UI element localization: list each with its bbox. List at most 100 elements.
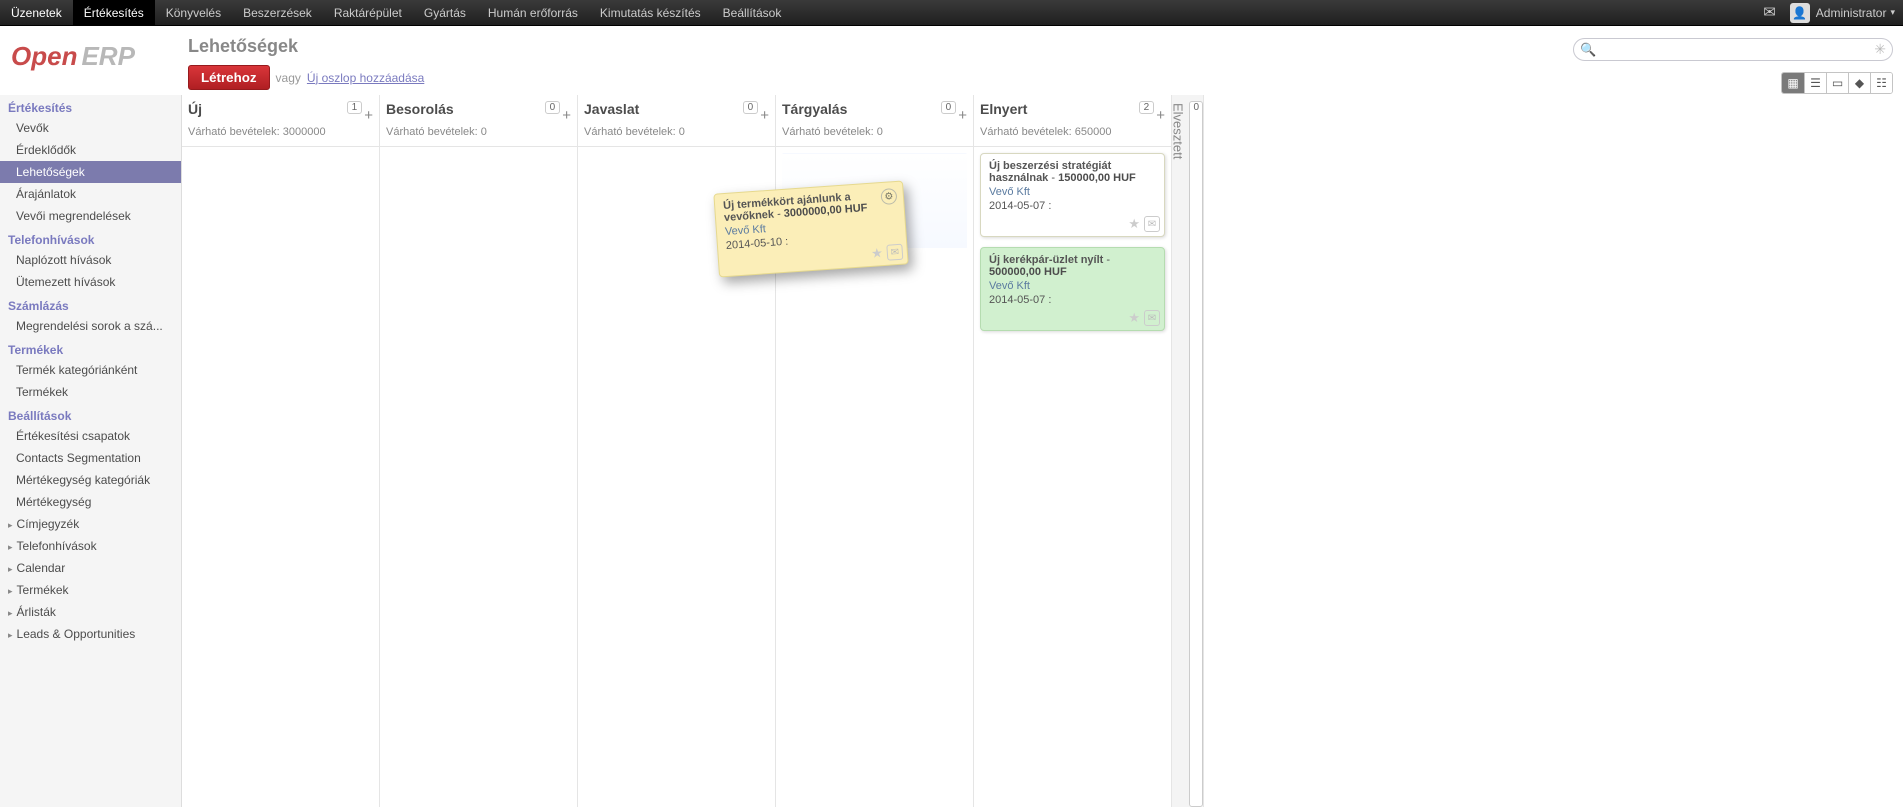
view-kanban-button[interactable]: ▦ bbox=[1782, 73, 1804, 93]
svg-text:OpenERP: OpenERP bbox=[11, 41, 136, 71]
sidebar-item-contacts-seg[interactable]: Contacts Segmentation bbox=[0, 447, 181, 469]
column-revenue: Várható bevételek: 0 bbox=[782, 126, 967, 138]
sidebar-section: Értékesítés bbox=[0, 95, 181, 117]
nav-uzenetek[interactable]: Üzenetek bbox=[0, 0, 73, 25]
nav-raktarepulet[interactable]: Raktárépület bbox=[323, 0, 413, 25]
column-title: Elnyert bbox=[980, 101, 1139, 117]
sidebar-section: Termékek bbox=[0, 337, 181, 359]
column-count: 0 bbox=[1189, 101, 1203, 807]
sidebar-item-erdeklodok[interactable]: Érdeklődők bbox=[0, 139, 181, 161]
kanban-card[interactable]: Új kerékpár-üzlet nyílt - 500000,00 HUF … bbox=[980, 247, 1165, 331]
sidebar-section: Beállítások bbox=[0, 403, 181, 425]
column-title: Új bbox=[188, 101, 347, 117]
column-title: Tárgyalás bbox=[782, 101, 941, 117]
sidebar-item-arlistak[interactable]: Árlisták bbox=[0, 601, 181, 623]
kanban-board: Új 1 + Várható bevételek: 3000000 Besoro… bbox=[182, 95, 1903, 807]
view-graph-button[interactable]: ◆ bbox=[1848, 73, 1870, 93]
message-icon[interactable]: ✉ bbox=[1144, 216, 1160, 232]
kanban-card[interactable]: Új beszerzési stratégiát használnak - 15… bbox=[980, 153, 1165, 237]
or-label: vagy bbox=[276, 71, 301, 85]
column-count: 0 bbox=[545, 101, 561, 114]
view-list-button[interactable]: ☰ bbox=[1804, 73, 1826, 93]
nav-ertekesites[interactable]: Értékesítés bbox=[73, 0, 155, 25]
sidebar-item-naplozott[interactable]: Naplózott hívások bbox=[0, 249, 181, 271]
caret-down-icon: ▾ bbox=[1890, 7, 1895, 18]
column-add-icon[interactable]: + bbox=[958, 107, 967, 124]
star-icon[interactable]: ★ bbox=[1128, 310, 1140, 326]
column-revenue: Várható bevételek: 0 bbox=[584, 126, 769, 138]
column-add-icon[interactable]: + bbox=[364, 107, 373, 124]
column-count: 2 bbox=[1139, 101, 1155, 114]
nav-beszerzesek[interactable]: Beszerzések bbox=[232, 0, 323, 25]
kanban-column-elnyert: Elnyert 2 + Várható bevételek: 650000 Új… bbox=[974, 95, 1172, 807]
sidebar-item-utemezett[interactable]: Ütemezett hívások bbox=[0, 271, 181, 293]
sidebar-section: Telefonhívások bbox=[0, 227, 181, 249]
top-nav: Üzenetek Értékesítés Könyvelés Beszerzés… bbox=[0, 0, 1903, 26]
column-revenue: Várható bevételek: 3000000 bbox=[188, 126, 373, 138]
view-form-button[interactable]: ▭ bbox=[1826, 73, 1848, 93]
card-title: Új kerékpár-üzlet nyílt bbox=[989, 254, 1103, 266]
sidebar-item-termekek2[interactable]: Termékek bbox=[0, 579, 181, 601]
nav-konyveles[interactable]: Könyvelés bbox=[155, 0, 232, 25]
sidebar-item-mertekegyseg[interactable]: Mértékegység bbox=[0, 491, 181, 513]
nav-beallitasok[interactable]: Beállítások bbox=[712, 0, 793, 25]
card-date: 2014-05-07 : bbox=[989, 200, 1156, 212]
sidebar-item-mertekegyseg-kat[interactable]: Mértékegység kategóriák bbox=[0, 469, 181, 491]
nav-gyartas[interactable]: Gyártás bbox=[413, 0, 477, 25]
user-menu[interactable]: 👤 Administrator ▾ bbox=[1786, 0, 1903, 25]
sidebar-item-termek-kat[interactable]: Termék kategóriánként bbox=[0, 359, 181, 381]
column-count: 1 bbox=[347, 101, 363, 114]
kanban-column-besorolas: Besorolás 0 + Várható bevételek: 0 bbox=[380, 95, 578, 807]
card-amount: 150000,00 HUF bbox=[1058, 172, 1136, 184]
sidebar-item-telefonhivasok[interactable]: Telefonhívások bbox=[0, 535, 181, 557]
card-date: 2014-05-07 : bbox=[989, 294, 1156, 306]
search-area: 🔍 ✳ bbox=[1573, 38, 1893, 61]
column-add-icon[interactable]: + bbox=[1156, 107, 1165, 124]
sidebar-section: Számlázás bbox=[0, 293, 181, 315]
add-column-link[interactable]: Új oszlop hozzáadása bbox=[307, 71, 424, 85]
card-company: Vevő Kft bbox=[989, 186, 1156, 198]
star-icon[interactable]: ★ bbox=[871, 245, 884, 262]
sidebar-item-csapatok[interactable]: Értékesítési csapatok bbox=[0, 425, 181, 447]
sidebar-item-calendar[interactable]: Calendar bbox=[0, 557, 181, 579]
column-add-icon[interactable]: + bbox=[562, 107, 571, 124]
kanban-card-dragging[interactable]: ⚙ Új termékkört ajánlunk a vevőknek - 30… bbox=[713, 180, 908, 277]
message-icon[interactable]: ✉ bbox=[886, 244, 903, 261]
search-icon: 🔍 bbox=[1580, 42, 1596, 58]
sidebar-item-leads[interactable]: Leads & Opportunities bbox=[0, 623, 181, 645]
view-switcher: ▦ ☰ ▭ ◆ ☷ bbox=[1781, 72, 1893, 94]
column-add-icon[interactable]: + bbox=[760, 107, 769, 124]
column-revenue: Várható bevételek: 0 bbox=[386, 126, 571, 138]
sidebar-item-megrendelesi[interactable]: Megrendelési sorok a szá... bbox=[0, 315, 181, 337]
kanban-column-elvesztett-folded[interactable]: 0 Elvesztett bbox=[1172, 95, 1204, 807]
sidebar-item-lehetosegek[interactable]: Lehetőségek bbox=[0, 161, 181, 183]
logo[interactable]: OpenERP bbox=[0, 26, 182, 88]
sidebar-item-termekek[interactable]: Termékek bbox=[0, 381, 181, 403]
search-input[interactable] bbox=[1600, 43, 1874, 57]
column-count: 0 bbox=[743, 101, 759, 114]
mail-icon[interactable]: ✉ bbox=[1753, 0, 1786, 25]
sidebar-item-cimjegyzek[interactable]: Címjegyzék bbox=[0, 513, 181, 535]
kanban-column-uj: Új 1 + Várható bevételek: 3000000 bbox=[182, 95, 380, 807]
column-title: Javaslat bbox=[584, 101, 743, 117]
create-button[interactable]: Létrehoz bbox=[188, 65, 270, 90]
sidebar-item-arajanlatok[interactable]: Árajánlatok bbox=[0, 183, 181, 205]
star-icon[interactable]: ★ bbox=[1128, 216, 1140, 232]
clear-search-icon[interactable]: ✳ bbox=[1874, 41, 1886, 58]
message-icon[interactable]: ✉ bbox=[1144, 310, 1160, 326]
gear-icon[interactable]: ⚙ bbox=[880, 188, 897, 205]
view-calendar-button[interactable]: ☷ bbox=[1870, 73, 1892, 93]
card-amount: 500000,00 HUF bbox=[989, 266, 1067, 278]
sidebar: Értékesítés Vevők Érdeklődők Lehetőségek… bbox=[0, 95, 182, 807]
card-company: Vevő Kft bbox=[989, 280, 1156, 292]
sidebar-item-vevok[interactable]: Vevők bbox=[0, 117, 181, 139]
search-box[interactable]: 🔍 ✳ bbox=[1573, 38, 1893, 61]
column-count: 0 bbox=[941, 101, 957, 114]
avatar-icon: 👤 bbox=[1790, 3, 1810, 23]
column-revenue: Várható bevételek: 650000 bbox=[980, 126, 1165, 138]
column-title: Elvesztett bbox=[1166, 95, 1189, 807]
sidebar-item-vevoi-megrendelesek[interactable]: Vevői megrendelések bbox=[0, 205, 181, 227]
kanban-column-targyalas: Tárgyalás 0 + Várható bevételek: 0 ⚙ Új … bbox=[776, 95, 974, 807]
nav-kimutatas[interactable]: Kimutatás készítés bbox=[589, 0, 712, 25]
nav-human[interactable]: Humán erőforrás bbox=[477, 0, 589, 25]
